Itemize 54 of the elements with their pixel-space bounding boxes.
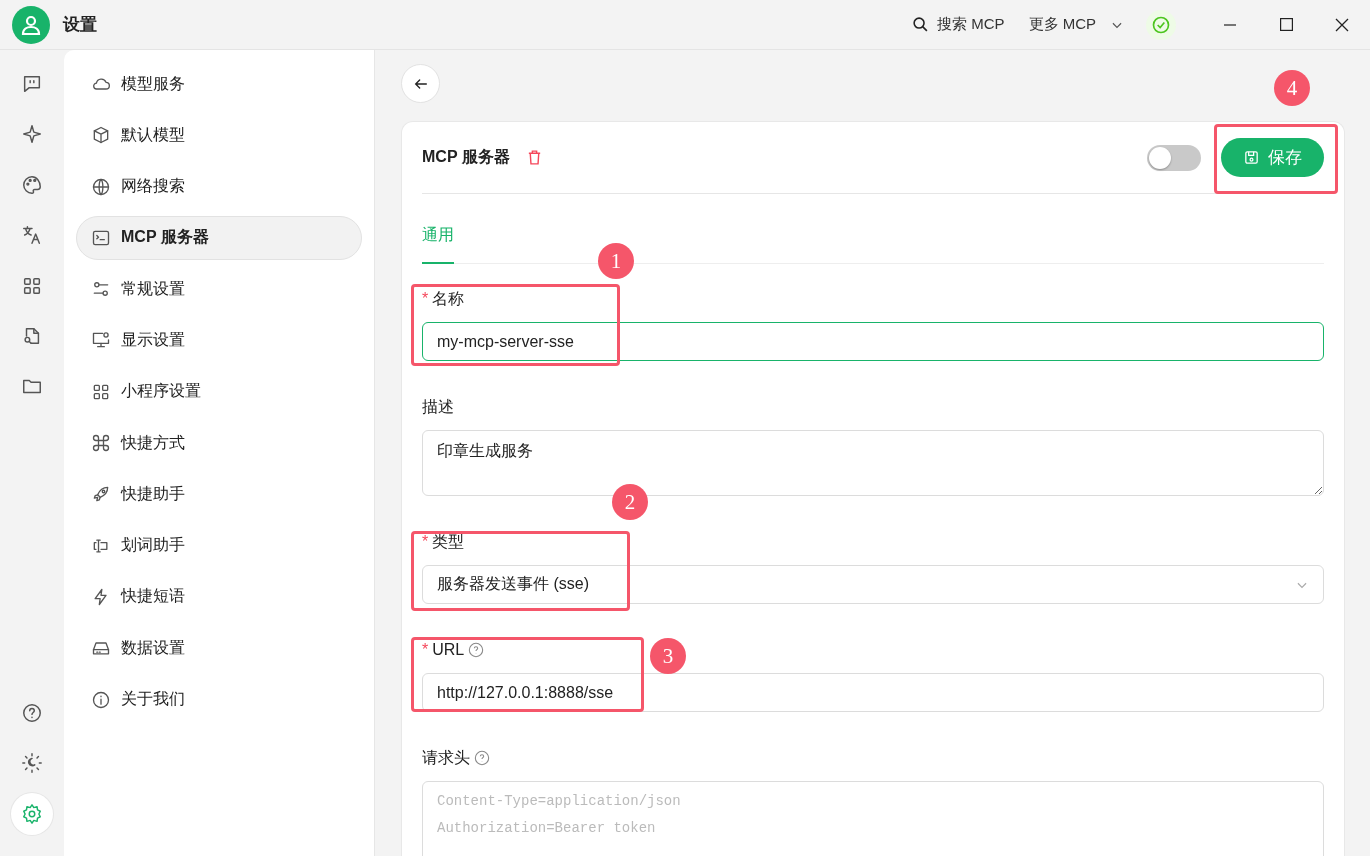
cube-icon	[91, 125, 111, 146]
palette-icon	[21, 173, 43, 196]
sidebar-item[interactable]: 关于我们	[76, 677, 362, 722]
callout-badge: 1	[598, 243, 634, 279]
info-icon	[91, 689, 111, 710]
sidebar-item[interactable]: 显示设置	[76, 318, 362, 363]
sidebar-item[interactable]: 默认模型	[76, 113, 362, 158]
callout-badge: 4	[1274, 70, 1310, 106]
field-label: 类型	[432, 531, 465, 552]
sidebar-item[interactable]: 模型服务	[76, 62, 362, 106]
sidebar-item[interactable]: 快捷短语	[76, 574, 362, 619]
user-avatar[interactable]	[12, 5, 50, 44]
field-label: URL	[432, 641, 465, 659]
globe-icon	[91, 176, 111, 197]
back-button[interactable]	[401, 64, 440, 103]
maximize-icon[interactable]	[1279, 18, 1293, 31]
chat-icon	[21, 73, 43, 95]
theme-icon	[21, 752, 43, 775]
sidebar-item[interactable]: 快捷助手	[76, 472, 362, 517]
type-select[interactable]: 服务器发送事件 (sse)	[422, 565, 1324, 604]
search-icon	[912, 16, 929, 33]
required-mark: *	[422, 533, 429, 551]
field-label: 请求头	[422, 747, 470, 768]
callout-badge: 2	[612, 484, 648, 520]
sidebar-item[interactable]: 快捷方式	[76, 421, 362, 466]
search-mcp-button[interactable]: 搜索 MCP	[906, 11, 1011, 38]
required-mark: *	[422, 641, 429, 659]
field-label: 描述	[422, 396, 454, 417]
field-label: 名称	[432, 288, 465, 309]
server-title: MCP 服务器	[422, 147, 510, 167]
sidebar-item[interactable]: 数据设置	[76, 626, 362, 671]
translate-icon	[21, 224, 43, 247]
text-area[interactable]: Content-Type=application/json Authorization=Bearer token	[422, 781, 1324, 856]
close-icon[interactable]	[1335, 17, 1349, 32]
callout-badge: 3	[650, 638, 686, 674]
help-icon	[21, 701, 43, 724]
command-icon	[91, 433, 111, 454]
sidebar-item[interactable]: MCP 服务器	[76, 215, 362, 260]
settings-icon	[21, 802, 43, 825]
enable-toggle[interactable]	[1147, 144, 1201, 171]
save-icon	[1243, 149, 1260, 166]
check-circle-icon	[1151, 14, 1171, 35]
input-field[interactable]: my-mcp-server-sse	[422, 322, 1324, 361]
text-area[interactable]: 印章生成服务	[422, 430, 1324, 496]
sparkle-icon	[21, 123, 43, 146]
more-mcp-dropdown[interactable]: 更多 MCP	[1022, 11, 1130, 38]
window-title: 设置	[63, 14, 97, 36]
sidebar-item[interactable]: 网络搜索	[76, 164, 362, 209]
input-field[interactable]: http://127.0.0.1:8888/sse	[422, 673, 1324, 712]
sidebar-item[interactable]: 小程序设置	[76, 369, 362, 414]
required-mark: *	[422, 290, 429, 308]
settings-button[interactable]	[11, 792, 53, 835]
sidebar-item[interactable]: 常规设置	[76, 267, 362, 312]
sidebar-item[interactable]: 划词助手	[76, 523, 362, 568]
